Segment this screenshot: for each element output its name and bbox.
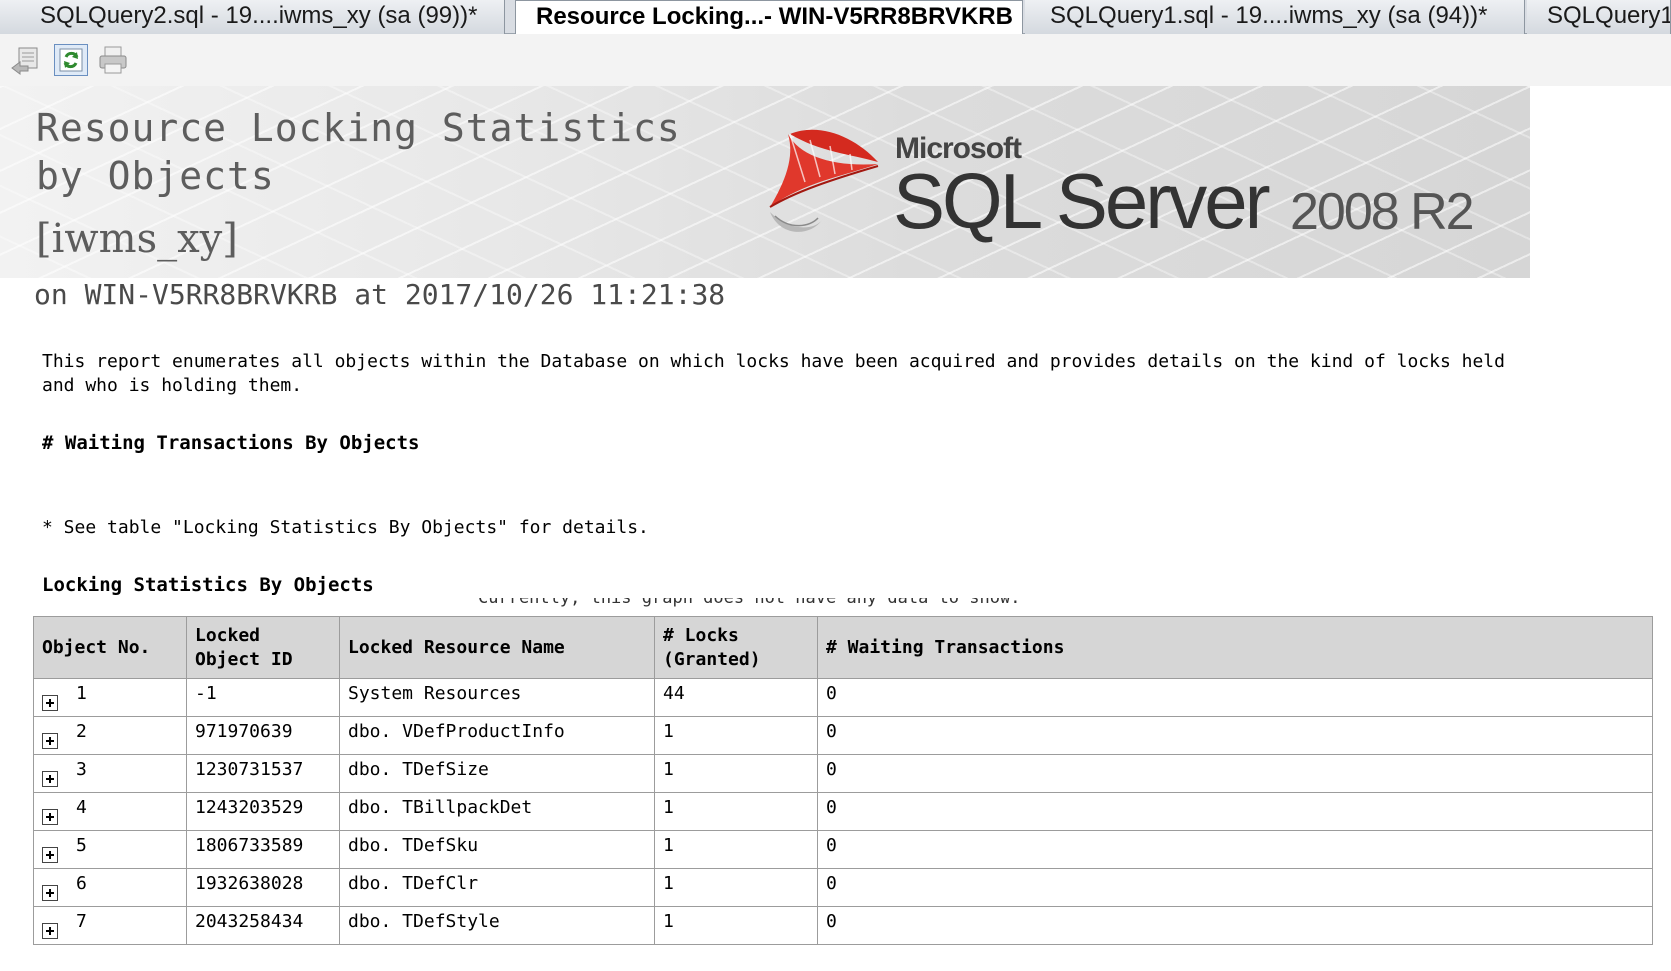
cell-locks-granted: 1 [654,868,818,907]
cell-resource-name: System Resources [339,678,655,717]
refresh-icon[interactable] [54,44,88,76]
sql-server-logo: Microsoft SQL Server 2008 R2 [760,112,1500,252]
cell-locks-granted: 44 [654,678,818,717]
cell-object-id: 971970639 [186,716,340,755]
cell-waiting-transactions: 0 [817,906,1653,945]
expand-icon[interactable] [42,847,58,863]
cell-locks-granted: 1 [654,716,818,755]
cell-waiting-transactions: 0 [817,678,1653,717]
cell-object-no: 5 [33,830,187,869]
column-header-object-id: Locked Object ID [186,616,340,679]
cell-waiting-transactions: 0 [817,716,1653,755]
cell-locks-granted: 1 [654,906,818,945]
table-header-row: Object No. Locked Object ID Locked Resou… [33,616,1653,679]
object-number: 2 [76,721,87,742]
cell-resource-name: dbo. TBillpackDet [339,792,655,831]
back-icon[interactable] [10,44,44,76]
cell-waiting-transactions: 0 [817,792,1653,831]
tab-sqlquery2[interactable]: SQLQuery2.sql - 19....iwms_xy (sa (99))* [0,0,505,34]
expand-icon[interactable] [42,809,58,825]
cell-waiting-transactions: 0 [817,830,1653,869]
cell-waiting-transactions: 0 [817,868,1653,907]
expand-icon[interactable] [42,885,58,901]
cell-locks-granted: 1 [654,792,818,831]
column-header-waiting-transactions: # Waiting Transactions [817,616,1653,679]
logo-version-text: 2008 R2 [1290,183,1475,241]
document-tab-strip: SQLQuery2.sql - 19....iwms_xy (sa (99))*… [0,0,1671,35]
cell-resource-name: dbo. TDefSize [339,754,655,793]
sql-server-logo-mark [769,129,879,232]
object-number: 1 [76,683,87,704]
logo-product-text: SQL Server [893,157,1271,245]
cell-resource-name: dbo. TDefSku [339,830,655,869]
table-row: 4 1243203529 dbo. TBillpackDet 1 0 [33,792,1653,831]
print-icon[interactable] [96,44,130,76]
report-subtitle: on WIN-V5RR8BRVKRB at 2017/10/26 11:21:3… [34,278,726,311]
object-number: 7 [76,911,87,932]
cell-object-no: 6 [33,868,187,907]
cell-locks-granted: 1 [654,830,818,869]
table-row: 5 1806733589 dbo. TDefSku 1 0 [33,830,1653,869]
cell-object-id: 1243203529 [186,792,340,831]
expand-icon[interactable] [42,695,58,711]
cell-resource-name: dbo. VDefProductInfo [339,716,655,755]
cell-waiting-transactions: 0 [817,754,1653,793]
report-description: This report enumerates all objects withi… [42,351,1505,396]
locking-statistics-table: Object No. Locked Object ID Locked Resou… [33,616,1653,945]
table-row: 7 2043258434 dbo. TDefStyle 1 0 [33,906,1653,945]
no-data-text: Currently, this graph does not have any … [478,598,1021,608]
cell-object-id: -1 [186,678,340,717]
tab-sqlquery1-overflow[interactable]: SQLQuery1 [1527,0,1671,34]
expand-icon[interactable] [42,733,58,749]
column-header-locks-granted: # Locks (Granted) [654,616,818,679]
waiting-transactions-heading: # Waiting Transactions By Objects [42,432,420,454]
cell-resource-name: dbo. TDefClr [339,868,655,907]
database-name: [iwms_xy] [36,216,238,262]
expand-icon[interactable] [42,923,58,939]
object-number: 5 [76,835,87,856]
object-number: 3 [76,759,87,780]
cell-object-id: 1230731537 [186,754,340,793]
table-body: 1 -1 System Resources 44 0 2 971970639 dbo. VDe… [33,678,1653,945]
cell-object-no: 7 [33,906,187,945]
cell-resource-name: dbo. TDefStyle [339,906,655,945]
tab-resource-locking[interactable]: Resource Locking...- WIN-V5RR8BRVKRB [515,0,1023,35]
cell-locks-granted: 1 [654,754,818,793]
tab-sqlquery1[interactable]: SQLQuery1.sql - 19....iwms_xy (sa (94))* [1025,0,1525,34]
table-row: 1 -1 System Resources 44 0 [33,678,1653,717]
cell-object-id: 1932638028 [186,868,340,907]
expand-icon[interactable] [42,771,58,787]
no-data-message: Currently, this graph does not have any … [478,598,1020,608]
column-header-resource-name: Locked Resource Name [339,616,655,679]
cell-object-no: 3 [33,754,187,793]
cell-object-no: 4 [33,792,187,831]
locking-statistics-heading: Locking Statistics By Objects [42,574,374,596]
column-header-object-no: Object No. [33,616,187,679]
cell-object-no: 2 [33,716,187,755]
report-toolbar [0,34,1671,86]
object-number: 4 [76,797,87,818]
cell-object-id: 1806733589 [186,830,340,869]
report-title: Resource Locking Statistics by Objects [36,106,681,198]
table-row: 6 1932638028 dbo. TDefClr 1 0 [33,868,1653,907]
table-row: 3 1230731537 dbo. TDefSize 1 0 [33,754,1653,793]
waiting-transactions-note: * See table "Locking Statistics By Objec… [42,517,649,538]
cell-object-no: 1 [33,678,187,717]
table-row: 2 971970639 dbo. VDefProductInfo 1 0 [33,716,1653,755]
object-number: 6 [76,873,87,894]
cell-object-id: 2043258434 [186,906,340,945]
